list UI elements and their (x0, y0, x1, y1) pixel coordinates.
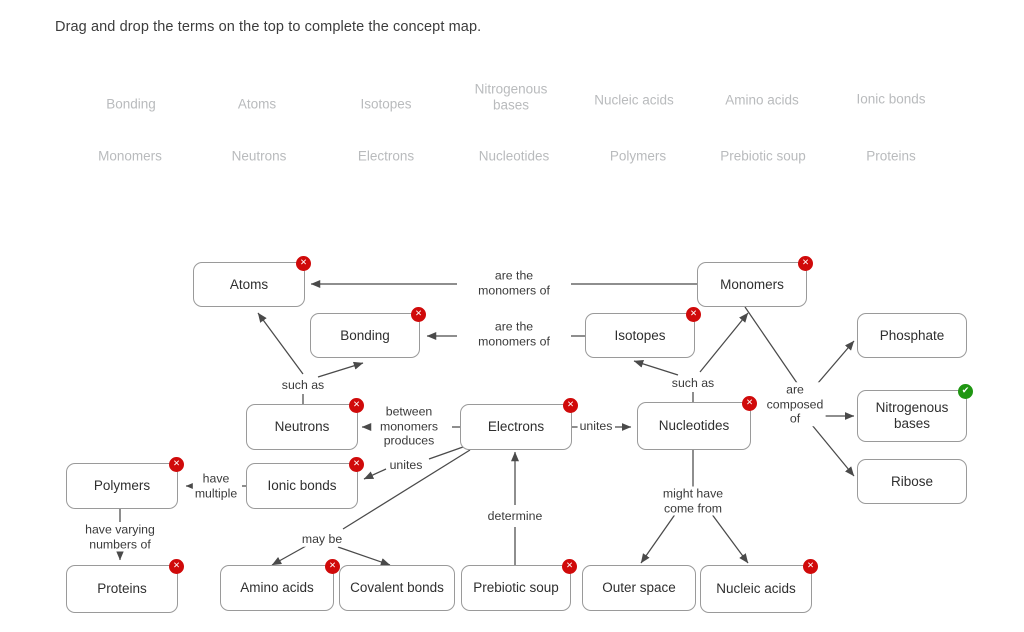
incorrect-badge-icon (296, 256, 311, 271)
incorrect-badge-icon (686, 307, 701, 322)
node-label: Proteins (97, 581, 147, 596)
correct-badge-icon (958, 384, 973, 399)
line-maybe-aminoacids (271, 545, 307, 566)
edge-label-have-varying-numbers-of: have varying numbers of (83, 522, 157, 552)
line-unites2-ionicbonds (363, 468, 387, 480)
line-suchas-atoms (257, 312, 304, 375)
node-prebioticsoup[interactable]: Prebiotic soup (461, 559, 577, 611)
node-label: Prebiotic soup (473, 580, 559, 595)
edge-label-may-be: may be (299, 531, 345, 547)
line-might-nucleicacids (710, 512, 749, 564)
node-nucleotides[interactable]: Nucleotides (637, 396, 757, 450)
node-nucleicacids[interactable]: Nucleic acids (700, 559, 818, 613)
edge-label-might-have-come-from: might have come from (660, 486, 726, 516)
node-label: Outer space (602, 580, 676, 595)
incorrect-badge-icon (325, 559, 340, 574)
line-suchas-bonding (317, 361, 364, 378)
node-covalentbonds[interactable]: Covalent bonds (339, 565, 455, 611)
incorrect-badge-icon (169, 559, 184, 574)
node-label: Covalent bonds (350, 580, 444, 595)
edge-label-determine: determine (485, 508, 545, 524)
concept-map-exercise: Drag and drop the terms on the top to co… (0, 0, 1024, 632)
node-neutrons[interactable]: Neutrons (246, 398, 364, 450)
node-phosphate[interactable]: Phosphate (857, 313, 967, 358)
node-label: Nitrogenous bases (875, 400, 949, 431)
incorrect-badge-icon (563, 398, 578, 413)
line-suchas-monomers (699, 312, 749, 373)
node-label: Electrons (487, 419, 545, 434)
incorrect-badge-icon (742, 396, 757, 411)
node-atoms[interactable]: Atoms (193, 256, 311, 307)
node-label: Neutrons (274, 419, 330, 434)
node-ionicbonds[interactable]: Ionic bonds (246, 457, 364, 509)
node-label: Polymers (93, 478, 151, 493)
node-label: Amino acids (240, 580, 314, 595)
node-proteins[interactable]: Proteins (66, 559, 184, 613)
node-label: Atoms (229, 276, 269, 292)
line-might-outerspace (640, 512, 677, 564)
node-label: Ribose (890, 473, 934, 489)
node-polymers[interactable]: Polymers (66, 457, 184, 509)
concept-map-canvas: Atoms Monomers Bonding Isotopes Phosphate Nit… (0, 0, 1024, 632)
node-label: Phosphate (879, 327, 945, 343)
node-isotopes[interactable]: Isotopes (585, 307, 701, 358)
line-electrons-unites2 (428, 446, 464, 460)
incorrect-badge-icon (803, 559, 818, 574)
incorrect-badge-icon (562, 559, 577, 574)
incorrect-badge-icon (349, 398, 364, 413)
edge-label-are-composed-of: are composed of (764, 382, 826, 426)
edge-label-such-as-left: such as (279, 377, 327, 393)
node-label: Nucleic acids (716, 581, 796, 596)
node-outerspace[interactable]: Outer space (582, 565, 696, 611)
node-ribose[interactable]: Ribose (857, 459, 967, 504)
edge-label-between-monomers: between monomers produces (377, 404, 441, 448)
node-nitrogenous[interactable]: Nitrogenous bases (857, 384, 973, 442)
node-label: Nucleotides (658, 418, 730, 433)
edge-label-unites-right: unites (577, 418, 615, 434)
line-maybe-covalentbonds (337, 546, 391, 566)
node-bonding[interactable]: Bonding (310, 307, 426, 358)
edge-label-are-monomers-of-second: are the monomers of (476, 319, 552, 349)
edge-label-are-monomers-of-top: are the monomers of (476, 268, 552, 298)
line-composed-ribose (811, 424, 855, 477)
incorrect-badge-icon (349, 457, 364, 472)
node-label: Ionic bonds (267, 478, 337, 493)
edge-label-have-multiple: have multiple (192, 471, 240, 501)
incorrect-badge-icon (798, 256, 813, 271)
node-label: Isotopes (614, 327, 666, 343)
incorrect-badge-icon (411, 307, 426, 322)
node-electrons[interactable]: Electrons (460, 398, 578, 450)
edge-label-unites-left: unites (387, 457, 425, 473)
line-monomers-composed (744, 306, 798, 384)
node-aminoacids[interactable]: Amino acids (220, 559, 340, 611)
edge-label-such-as-right: such as (669, 375, 717, 391)
incorrect-badge-icon (169, 457, 184, 472)
line-suchas-isotopes (633, 359, 679, 376)
node-label: Bonding (340, 327, 390, 343)
node-monomers[interactable]: Monomers (697, 256, 813, 307)
node-label: Monomers (720, 276, 784, 292)
